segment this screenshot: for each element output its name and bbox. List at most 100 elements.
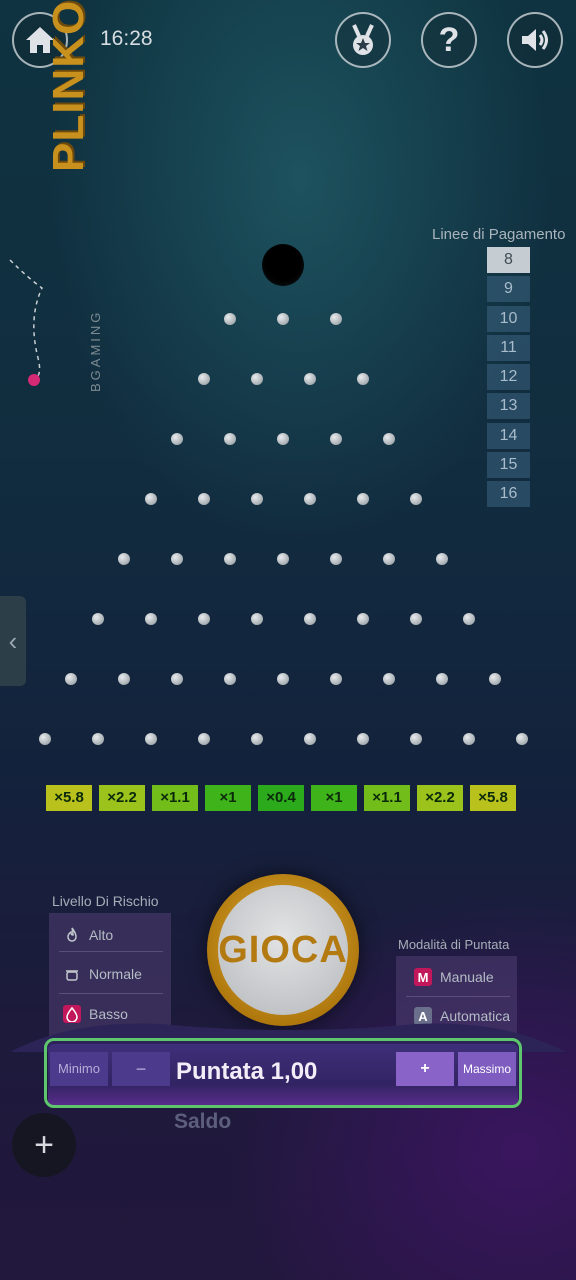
peg (65, 673, 77, 685)
peg (303, 493, 316, 505)
peg (409, 493, 422, 505)
peg (436, 673, 448, 685)
peg (171, 673, 183, 685)
multiplier-slot: ×1 (205, 785, 251, 811)
peg (144, 613, 157, 625)
paylines-title: Linee di Pagamento (432, 226, 566, 243)
payline-option[interactable]: 11 (487, 334, 530, 361)
bet-bar-highlight (44, 1038, 522, 1108)
risk-option-alto[interactable]: Alto (63, 925, 113, 945)
logo-decoration (9, 259, 43, 386)
payline-option[interactable]: 9 (487, 276, 530, 303)
risk-option-label: Alto (89, 927, 114, 943)
logo-title: PLINKO (44, 0, 93, 172)
payline-option[interactable]: 15 (487, 452, 530, 479)
peg (224, 673, 236, 685)
peg (462, 613, 475, 625)
multiplier-slot: ×2.2 (99, 785, 145, 811)
peg (250, 493, 263, 505)
peg (197, 373, 210, 385)
peg (197, 733, 210, 745)
peg (383, 673, 395, 685)
peg (250, 613, 263, 625)
achievements-button[interactable] (335, 12, 391, 68)
mode-option-label: Manuale (440, 969, 494, 985)
peg (277, 433, 289, 445)
peg (303, 373, 316, 385)
peg (436, 553, 448, 565)
peg (250, 373, 263, 385)
play-button-label: GIOCA (218, 885, 348, 1015)
mode-title: Modalità di Puntata (398, 937, 510, 952)
peg (91, 733, 104, 745)
plus-icon: + (34, 1125, 54, 1164)
multiplier-slot: ×1.1 (152, 785, 198, 811)
peg (197, 493, 210, 505)
peg (303, 613, 316, 625)
risk-option-normale[interactable]: Normale (63, 964, 142, 984)
peg (171, 553, 183, 565)
peg (303, 733, 316, 745)
peg (277, 553, 289, 565)
ball-drop-hole (262, 244, 304, 286)
peg (171, 433, 183, 445)
peg (356, 733, 369, 745)
payline-option[interactable]: 13 (487, 393, 530, 420)
multiplier-slot: ×5.8 (470, 785, 516, 811)
multiplier-slot: ×0.4 (258, 785, 304, 811)
payline-option[interactable]: 10 (487, 305, 530, 332)
peg (118, 673, 130, 685)
pot-icon (63, 965, 81, 983)
peg (462, 733, 475, 745)
multiplier-slot: ×2.2 (417, 785, 463, 811)
peg (356, 493, 369, 505)
mode-option-manuale[interactable]: M Manuale (414, 967, 494, 987)
multiplier-row: ×5.8 ×2.2 ×1.1 ×1 ×0.4 ×1 ×1.1 ×2.2 ×5.8 (46, 785, 519, 811)
peg (330, 313, 342, 325)
sound-button[interactable] (507, 12, 563, 68)
payline-option[interactable]: 14 (487, 422, 530, 449)
peg (277, 313, 289, 325)
clock: 16:28 (100, 27, 153, 50)
payline-option[interactable]: 12 (487, 364, 530, 391)
peg (409, 733, 422, 745)
flame-icon (63, 926, 81, 944)
peg (277, 673, 289, 685)
peg (250, 733, 263, 745)
multiplier-slot: ×1 (311, 785, 357, 811)
sound-icon (522, 29, 548, 51)
payline-option[interactable]: 8 (487, 247, 530, 273)
peg (330, 433, 342, 445)
peg (38, 733, 51, 745)
add-button[interactable]: + (12, 1113, 76, 1177)
peg (383, 433, 395, 445)
peg (356, 373, 369, 385)
peg (144, 733, 157, 745)
peg (330, 553, 342, 565)
peg (356, 613, 369, 625)
peg (91, 613, 104, 625)
peg (330, 673, 342, 685)
multiplier-slot: ×1.1 (364, 785, 410, 811)
peg (515, 733, 528, 745)
logo-subtitle: BGAMING (88, 309, 103, 392)
play-button[interactable]: GIOCA (207, 874, 359, 1026)
peg (409, 613, 422, 625)
peg (224, 433, 236, 445)
paylines-selector[interactable]: 8 9 10 11 12 13 14 15 16 (487, 247, 530, 511)
peg (118, 553, 130, 565)
peg (224, 553, 236, 565)
peg (383, 553, 395, 565)
medal-icon (352, 24, 374, 55)
peg (224, 313, 236, 325)
help-icon: ? (438, 20, 460, 59)
peg (144, 493, 157, 505)
risk-option-label: Normale (89, 966, 142, 982)
risk-title: Livello Di Rischio (52, 893, 159, 909)
help-button[interactable]: ? (421, 12, 477, 68)
multiplier-slot: ×5.8 (46, 785, 92, 811)
side-panel-toggle[interactable]: ‹ (0, 596, 26, 686)
payline-option[interactable]: 16 (487, 481, 530, 508)
peg (197, 613, 210, 625)
balance-label: Saldo (174, 1110, 232, 1133)
